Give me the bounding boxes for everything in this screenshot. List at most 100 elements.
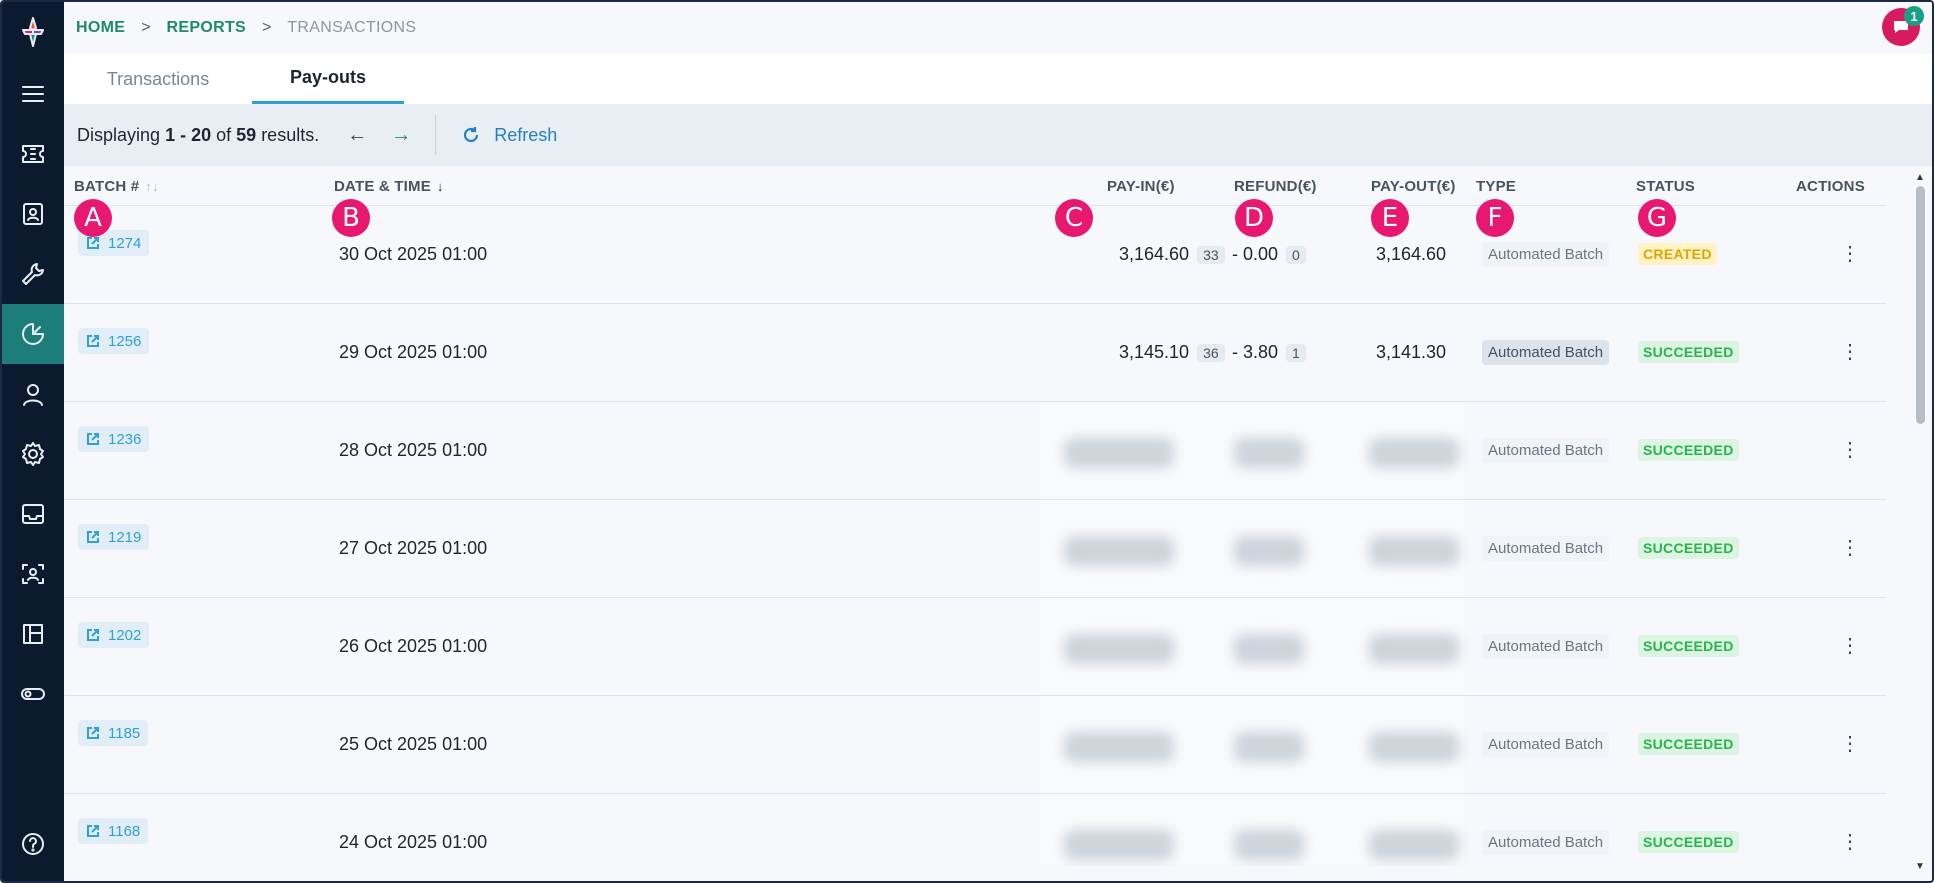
batch-number: 1274 <box>108 234 142 252</box>
results-suffix: results. <box>261 124 320 145</box>
pay-out-amount: 3,164.60 <box>1376 244 1447 264</box>
top-bar: HOME > REPORTS > TRANSACTIONS 1 <box>64 2 1932 54</box>
pay-in-count: 36 <box>1197 344 1225 362</box>
sort-icon: ↑↓ <box>145 179 159 194</box>
batch-number: 1168 <box>108 822 141 840</box>
sidebar-item-reports[interactable] <box>2 304 64 364</box>
redacted-pay-in <box>1064 634 1174 664</box>
more-actions-icon[interactable]: ⋮ <box>1840 244 1860 264</box>
redacted-pay-in <box>1064 732 1174 762</box>
scroll-thumb[interactable] <box>1916 186 1925 424</box>
column-datetime[interactable]: DATE & TIME ↓ <box>334 178 444 195</box>
menu-icon <box>22 86 44 102</box>
batch-link[interactable]: 1168 <box>78 818 149 844</box>
table-header: BATCH # ↑↓ DATE & TIME ↓ PAY-IN(€) REFUND(… <box>64 166 1886 206</box>
table-row: 1219 27 Oct 2025 01:00 Automated Batch SUCC… <box>64 500 1886 598</box>
results-total: 59 <box>236 124 257 145</box>
sidebar-item-settings[interactable] <box>2 424 64 484</box>
notifications-button[interactable]: 1 <box>1882 6 1924 46</box>
sidebar-item-contacts[interactable] <box>2 184 64 244</box>
external-link-icon <box>87 433 99 445</box>
more-actions-icon[interactable]: ⋮ <box>1840 832 1860 852</box>
redacted-refund <box>1234 830 1304 860</box>
results-prefix: Displaying <box>77 124 161 145</box>
refresh-label: Refresh <box>494 124 558 145</box>
more-actions-icon[interactable]: ⋮ <box>1840 538 1860 558</box>
sidebar-item-menu[interactable] <box>2 64 64 124</box>
tab-pay-outs[interactable]: Pay-outs <box>252 54 404 104</box>
tab-transactions[interactable]: Transactions <box>64 54 252 104</box>
user-icon <box>23 384 43 406</box>
column-payin[interactable]: PAY-IN(€) <box>1107 178 1175 195</box>
redacted-pay-in <box>1064 830 1174 860</box>
date-time: 27 Oct 2025 01:00 <box>339 538 488 558</box>
app-logo[interactable] <box>2 2 64 62</box>
more-actions-icon[interactable]: ⋮ <box>1840 734 1860 754</box>
status-badge: SUCCEEDED <box>1638 341 1739 363</box>
column-refund[interactable]: REFUND(€) <box>1234 178 1317 195</box>
vertical-scrollbar[interactable]: ▲ ▼ <box>1914 172 1926 872</box>
batch-number: 1236 <box>108 430 142 448</box>
redacted-pay-in <box>1064 438 1174 468</box>
sidebar-item-identity[interactable] <box>2 544 64 604</box>
more-actions-icon[interactable]: ⋮ <box>1840 440 1860 460</box>
batch-number: 1256 <box>108 332 142 350</box>
marker-d: D <box>1235 199 1273 237</box>
more-actions-icon[interactable]: ⋮ <box>1840 636 1860 656</box>
column-batch[interactable]: BATCH # ↑↓ <box>74 178 159 195</box>
type-badge: Automated Batch <box>1482 242 1610 267</box>
breadcrumb: HOME > REPORTS > TRANSACTIONS <box>74 19 416 37</box>
scroll-up-icon[interactable]: ▲ <box>1914 172 1926 183</box>
external-link-icon <box>87 335 99 347</box>
sidebar-item-help[interactable] <box>2 814 64 874</box>
marker-b: B <box>332 199 370 237</box>
pay-in-amount: 3,145.10 36 <box>1119 342 1225 363</box>
payouts-table: BATCH # ↑↓ DATE & TIME ↓ PAY-IN(€) REFUND(… <box>64 166 1886 866</box>
breadcrumb-home[interactable]: HOME <box>76 19 125 37</box>
redacted-refund <box>1234 634 1304 664</box>
batch-link[interactable]: 1219 <box>78 524 150 550</box>
date-time: 29 Oct 2025 01:00 <box>339 342 488 362</box>
refresh-button[interactable]: Refresh <box>462 125 557 146</box>
results-of: of <box>216 124 232 145</box>
marker-g: G <box>1638 199 1676 237</box>
external-link-icon <box>87 237 99 249</box>
sidebar-item-inbox[interactable] <box>2 484 64 544</box>
sidebar-item-toggles[interactable] <box>2 664 64 724</box>
results-toolbar: Displaying 1 - 20 of 59 results. ← → Ref… <box>64 104 1932 166</box>
type-badge: Automated Batch <box>1482 634 1610 659</box>
table-row: 1236 28 Oct 2025 01:00 Automated Batch SUCC… <box>64 402 1886 500</box>
sidebar-item-tools[interactable] <box>2 244 64 304</box>
redacted-refund <box>1234 732 1304 762</box>
scroll-down-icon[interactable]: ▼ <box>1914 861 1926 872</box>
batch-link[interactable]: 1185 <box>78 720 149 746</box>
marker-c: C <box>1055 199 1093 237</box>
face-scan-icon <box>22 564 44 584</box>
type-badge: Automated Batch <box>1482 536 1610 561</box>
notification-count-badge: 1 <box>1904 6 1924 26</box>
date-time: 24 Oct 2025 01:00 <box>339 832 488 852</box>
table-row: 1256 29 Oct 2025 01:00 3,145.10 36 - 3.80 1 3,… <box>64 304 1886 402</box>
external-link-icon <box>87 531 99 543</box>
batch-link[interactable]: 1202 <box>78 622 150 648</box>
date-time: 25 Oct 2025 01:00 <box>339 734 488 754</box>
batch-link[interactable]: 1256 <box>78 328 150 354</box>
batch-link[interactable]: 1236 <box>78 426 150 452</box>
column-payout[interactable]: PAY-OUT(€) <box>1371 178 1456 195</box>
breadcrumb-reports[interactable]: REPORTS <box>167 19 246 37</box>
refund-count: 0 <box>1286 246 1306 264</box>
status-badge: CREATED <box>1638 243 1717 265</box>
more-actions-icon[interactable]: ⋮ <box>1840 342 1860 362</box>
sidebar-item-board[interactable] <box>2 604 64 664</box>
sidebar-item-users[interactable] <box>2 364 64 424</box>
refund-count: 1 <box>1286 344 1306 362</box>
next-page-button[interactable]: → <box>391 124 411 147</box>
board-icon <box>23 624 43 644</box>
redacted-pay-out <box>1369 438 1459 468</box>
previous-page-button[interactable]: ← <box>347 124 367 147</box>
toolbar-divider <box>435 115 437 155</box>
type-badge: Automated Batch <box>1482 830 1610 855</box>
contact-card-icon <box>23 203 43 225</box>
sidebar-item-tickets[interactable] <box>2 124 64 184</box>
status-badge: SUCCEEDED <box>1638 537 1739 559</box>
